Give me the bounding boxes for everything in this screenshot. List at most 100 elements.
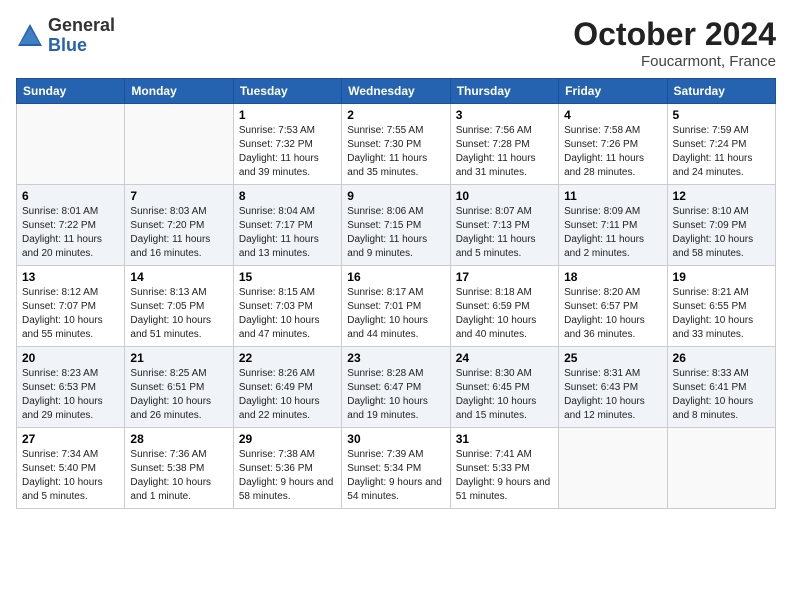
day-number: 23 [347,351,444,365]
day-info: Sunrise: 8:06 AMSunset: 7:15 PMDaylight:… [347,205,444,261]
calendar-header-row: Sunday Monday Tuesday Wednesday Thursday… [17,79,776,104]
logo-blue: Blue [48,36,115,56]
month-title: October 2024 [573,16,776,53]
day-info: Sunrise: 8:20 AMSunset: 6:57 PMDaylight:… [564,286,661,342]
day-info: Sunrise: 8:26 AMSunset: 6:49 PMDaylight:… [239,367,336,423]
logo-general: General [48,16,115,36]
cell-w2-d3: 8 Sunrise: 8:04 AMSunset: 7:17 PMDaylight… [233,185,341,266]
cell-w5-d6 [559,428,667,509]
day-info: Sunrise: 8:18 AMSunset: 6:59 PMDaylight:… [456,286,553,342]
day-number: 18 [564,270,661,284]
day-number: 25 [564,351,661,365]
cell-w5-d5: 31 Sunrise: 7:41 AMSunset: 5:33 PMDayligh… [450,428,558,509]
location: Foucarmont, France [573,53,776,70]
day-number: 13 [22,270,119,284]
calendar-table: Sunday Monday Tuesday Wednesday Thursday… [16,78,776,509]
day-number: 1 [239,108,336,122]
day-info: Sunrise: 7:34 AMSunset: 5:40 PMDaylight:… [22,448,119,504]
day-number: 20 [22,351,119,365]
day-number: 12 [673,189,770,203]
cell-w2-d5: 10 Sunrise: 8:07 AMSunset: 7:13 PMDayligh… [450,185,558,266]
cell-w5-d4: 30 Sunrise: 7:39 AMSunset: 5:34 PMDayligh… [342,428,450,509]
day-info: Sunrise: 7:58 AMSunset: 7:26 PMDaylight:… [564,124,661,180]
day-number: 28 [130,432,227,446]
day-info: Sunrise: 8:03 AMSunset: 7:20 PMDaylight:… [130,205,227,261]
day-info: Sunrise: 8:13 AMSunset: 7:05 PMDaylight:… [130,286,227,342]
cell-w2-d6: 11 Sunrise: 8:09 AMSunset: 7:11 PMDayligh… [559,185,667,266]
day-info: Sunrise: 8:01 AMSunset: 7:22 PMDaylight:… [22,205,119,261]
day-info: Sunrise: 7:59 AMSunset: 7:24 PMDaylight:… [673,124,770,180]
col-wednesday: Wednesday [342,79,450,104]
day-number: 22 [239,351,336,365]
cell-w4-d2: 21 Sunrise: 8:25 AMSunset: 6:51 PMDayligh… [125,347,233,428]
day-info: Sunrise: 8:25 AMSunset: 6:51 PMDaylight:… [130,367,227,423]
day-info: Sunrise: 7:39 AMSunset: 5:34 PMDaylight:… [347,448,444,504]
cell-w3-d1: 13 Sunrise: 8:12 AMSunset: 7:07 PMDayligh… [17,266,125,347]
cell-w1-d1 [17,104,125,185]
day-info: Sunrise: 8:15 AMSunset: 7:03 PMDaylight:… [239,286,336,342]
logo-text: General Blue [48,16,115,56]
cell-w5-d7 [667,428,775,509]
day-number: 30 [347,432,444,446]
day-info: Sunrise: 7:56 AMSunset: 7:28 PMDaylight:… [456,124,553,180]
day-info: Sunrise: 8:12 AMSunset: 7:07 PMDaylight:… [22,286,119,342]
cell-w3-d7: 19Sunrise: 8:21 AMSunset: 6:55 PMDayligh… [667,266,775,347]
cell-w1-d3: 1Sunrise: 7:53 AMSunset: 7:32 PMDaylight… [233,104,341,185]
cell-w5-d2: 28 Sunrise: 7:36 AMSunset: 5:38 PMDayligh… [125,428,233,509]
day-number: 8 [239,189,336,203]
day-number: 7 [130,189,227,203]
day-number: 29 [239,432,336,446]
col-friday: Friday [559,79,667,104]
day-number: 6 [22,189,119,203]
page-header: General Blue October 2024 Foucarmont, Fr… [16,16,776,70]
day-info: Sunrise: 8:04 AMSunset: 7:17 PMDaylight:… [239,205,336,261]
day-info: Sunrise: 8:07 AMSunset: 7:13 PMDaylight:… [456,205,553,261]
day-number: 14 [130,270,227,284]
cell-w1-d4: 2Sunrise: 7:55 AMSunset: 7:30 PMDaylight… [342,104,450,185]
week-row-5: 27 Sunrise: 7:34 AMSunset: 5:40 PMDayligh… [17,428,776,509]
cell-w2-d7: 12 Sunrise: 8:10 AMSunset: 7:09 PMDayligh… [667,185,775,266]
day-info: Sunrise: 7:36 AMSunset: 5:38 PMDaylight:… [130,448,227,504]
day-info: Sunrise: 7:55 AMSunset: 7:30 PMDaylight:… [347,124,444,180]
cell-w4-d7: 26Sunrise: 8:33 AMSunset: 6:41 PMDayligh… [667,347,775,428]
day-number: 5 [673,108,770,122]
day-info: Sunrise: 8:23 AMSunset: 6:53 PMDaylight:… [22,367,119,423]
cell-w2-d4: 9 Sunrise: 8:06 AMSunset: 7:15 PMDaylight… [342,185,450,266]
col-tuesday: Tuesday [233,79,341,104]
day-info: Sunrise: 8:21 AMSunset: 6:55 PMDaylight:… [673,286,770,342]
day-info: Sunrise: 8:17 AMSunset: 7:01 PMDaylight:… [347,286,444,342]
col-thursday: Thursday [450,79,558,104]
week-row-1: 1Sunrise: 7:53 AMSunset: 7:32 PMDaylight… [17,104,776,185]
cell-w1-d7: 5 Sunrise: 7:59 AMSunset: 7:24 PMDaylight… [667,104,775,185]
cell-w3-d5: 17 Sunrise: 8:18 AMSunset: 6:59 PMDayligh… [450,266,558,347]
day-number: 9 [347,189,444,203]
cell-w5-d1: 27 Sunrise: 7:34 AMSunset: 5:40 PMDayligh… [17,428,125,509]
cell-w3-d4: 16 Sunrise: 8:17 AMSunset: 7:01 PMDayligh… [342,266,450,347]
day-number: 27 [22,432,119,446]
logo: General Blue [16,16,115,56]
day-info: Sunrise: 7:41 AMSunset: 5:33 PMDaylight:… [456,448,553,504]
day-number: 26 [673,351,770,365]
cell-w4-d5: 24Sunrise: 8:30 AMSunset: 6:45 PMDayligh… [450,347,558,428]
cell-w4-d3: 22 Sunrise: 8:26 AMSunset: 6:49 PMDayligh… [233,347,341,428]
day-number: 10 [456,189,553,203]
cell-w1-d6: 4 Sunrise: 7:58 AMSunset: 7:26 PMDaylight… [559,104,667,185]
day-number: 11 [564,189,661,203]
day-number: 17 [456,270,553,284]
cell-w3-d3: 15 Sunrise: 8:15 AMSunset: 7:03 PMDayligh… [233,266,341,347]
day-number: 4 [564,108,661,122]
day-number: 31 [456,432,553,446]
cell-w1-d2 [125,104,233,185]
day-info: Sunrise: 8:31 AMSunset: 6:43 PMDaylight:… [564,367,661,423]
week-row-4: 20 Sunrise: 8:23 AMSunset: 6:53 PMDayligh… [17,347,776,428]
week-row-3: 13 Sunrise: 8:12 AMSunset: 7:07 PMDayligh… [17,266,776,347]
day-number: 21 [130,351,227,365]
cell-w2-d1: 6 Sunrise: 8:01 AMSunset: 7:22 PMDaylight… [17,185,125,266]
week-row-2: 6 Sunrise: 8:01 AMSunset: 7:22 PMDaylight… [17,185,776,266]
day-info: Sunrise: 8:10 AMSunset: 7:09 PMDaylight:… [673,205,770,261]
day-number: 16 [347,270,444,284]
logo-icon [16,22,44,50]
day-info: Sunrise: 8:09 AMSunset: 7:11 PMDaylight:… [564,205,661,261]
day-number: 24 [456,351,553,365]
day-number: 15 [239,270,336,284]
